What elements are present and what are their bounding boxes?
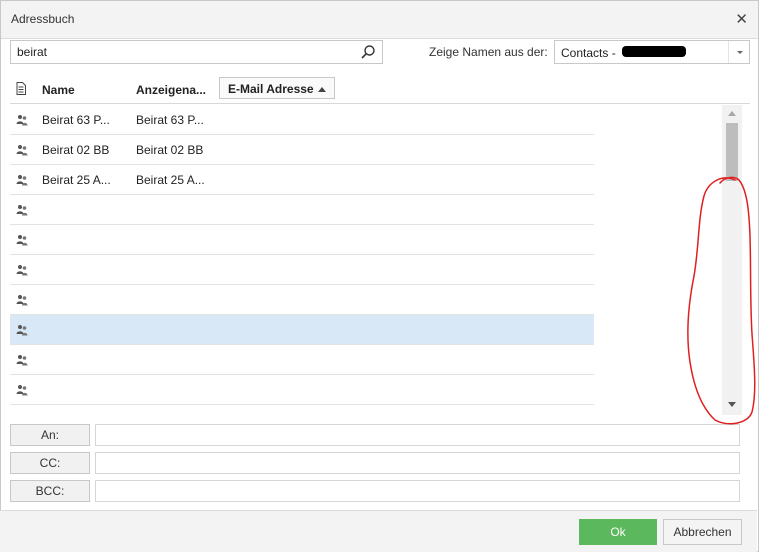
scroll-down-icon[interactable] bbox=[728, 402, 736, 407]
scroll-up-icon[interactable] bbox=[728, 111, 736, 116]
person-group-icon bbox=[16, 265, 28, 276]
person-group-icon bbox=[16, 235, 28, 246]
bcc-button[interactable]: BCC: bbox=[10, 480, 90, 502]
table-row[interactable] bbox=[10, 405, 594, 415]
table-row[interactable] bbox=[10, 195, 594, 225]
table-row[interactable]: Beirat 02 BB Beirat 02 BB bbox=[10, 135, 594, 165]
document-icon bbox=[16, 82, 26, 95]
table-row[interactable] bbox=[10, 315, 594, 345]
table-row[interactable] bbox=[10, 225, 594, 255]
sort-ascending-icon bbox=[317, 87, 326, 93]
column-header-email[interactable]: E-Mail Adresse bbox=[219, 77, 335, 99]
bcc-field[interactable] bbox=[95, 480, 740, 502]
cell-display-name: Beirat 63 P... bbox=[136, 113, 204, 127]
table-row[interactable]: Beirat 25 A... Beirat 25 A... bbox=[10, 165, 594, 195]
cc-field[interactable] bbox=[95, 452, 740, 474]
table-empty-area bbox=[594, 105, 722, 415]
scrollbar-thumb[interactable] bbox=[726, 123, 738, 181]
cell-name: Beirat 63 P... bbox=[42, 113, 110, 127]
chevron-down-icon[interactable] bbox=[728, 41, 749, 63]
table-row[interactable]: Beirat 63 P... Beirat 63 P... bbox=[10, 105, 594, 135]
column-header-display-name[interactable]: Anzeigena... bbox=[136, 83, 206, 97]
person-group-icon bbox=[16, 205, 28, 216]
address-source-select[interactable]: Contacts - bbox=[554, 40, 750, 64]
ok-button[interactable]: Ok bbox=[579, 519, 657, 545]
person-group-icon bbox=[16, 325, 28, 336]
table-row[interactable] bbox=[10, 255, 594, 285]
redaction-mark bbox=[622, 46, 686, 57]
person-group-icon bbox=[16, 414, 28, 415]
person-group-icon bbox=[16, 145, 28, 156]
table-scrollbar[interactable] bbox=[722, 105, 742, 415]
search-icon[interactable] bbox=[360, 44, 376, 60]
column-header-name[interactable]: Name bbox=[42, 83, 75, 97]
cell-display-name: Beirat 02 BB bbox=[136, 143, 204, 157]
to-button[interactable]: An: bbox=[10, 424, 90, 446]
dialog-title: Adressbuch bbox=[11, 12, 75, 26]
source-selected: Contacts - bbox=[561, 46, 616, 60]
table-row[interactable] bbox=[10, 375, 594, 405]
cancel-button[interactable]: Abbrechen bbox=[663, 519, 742, 545]
person-group-icon bbox=[16, 355, 28, 366]
person-group-icon bbox=[16, 295, 28, 306]
source-label: Zeige Namen aus der: bbox=[429, 45, 548, 59]
table-row[interactable] bbox=[10, 285, 594, 315]
dialog-titlebar: Adressbuch ✕ bbox=[1, 1, 758, 39]
cell-name: Beirat 25 A... bbox=[42, 173, 111, 187]
contacts-table-body: Beirat 63 P... Beirat 63 P... Beirat 02 BB… bbox=[10, 105, 594, 415]
cell-display-name: Beirat 25 A... bbox=[136, 173, 205, 187]
person-group-icon bbox=[16, 385, 28, 396]
person-group-icon bbox=[16, 115, 28, 126]
close-icon[interactable]: ✕ bbox=[735, 10, 748, 28]
search-field[interactable] bbox=[10, 40, 383, 64]
to-field[interactable] bbox=[95, 424, 740, 446]
search-input[interactable] bbox=[11, 41, 357, 63]
cell-name: Beirat 02 BB bbox=[42, 143, 110, 157]
contacts-table-header: Name Anzeigena... E-Mail Adresse bbox=[10, 75, 750, 104]
column-header-email-label: E-Mail Adresse bbox=[228, 82, 314, 96]
person-group-icon bbox=[16, 175, 28, 186]
table-row[interactable] bbox=[10, 345, 594, 375]
cc-button[interactable]: CC: bbox=[10, 452, 90, 474]
